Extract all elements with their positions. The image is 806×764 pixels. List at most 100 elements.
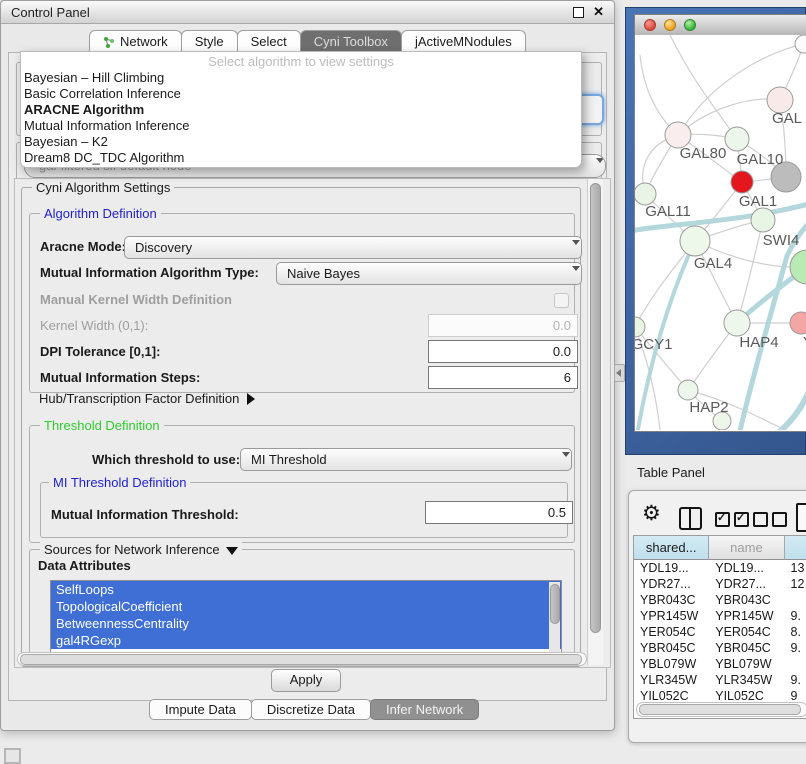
popup-item[interactable]: Basic Correlation Inference	[21, 86, 581, 102]
table-row[interactable]: YER054CYER054C8.	[634, 624, 806, 640]
tab-cyni-toolbox[interactable]: Cyni Toolbox	[300, 30, 402, 53]
tab-network[interactable]: Network	[89, 30, 182, 53]
node-gcy1[interactable]	[635, 317, 645, 337]
mi-threshold-label: Mutual Information Threshold:	[51, 507, 239, 522]
which-threshold-value: MI Threshold	[251, 452, 327, 467]
node-label: GAL4	[694, 255, 732, 272]
node-label: GAL11	[645, 203, 691, 220]
table-row[interactable]: YBL079WYBL079W	[634, 656, 806, 672]
cell: YBR045C	[709, 640, 784, 656]
popup-item[interactable]: Dream8 DC_TDC Algorithm	[21, 150, 581, 166]
close-traffic-light-icon[interactable]	[644, 19, 656, 31]
show-columns-icon[interactable]	[715, 512, 753, 530]
which-threshold-label: Which threshold to use:	[92, 452, 240, 467]
float-window-icon[interactable]	[573, 7, 584, 18]
cell: 9.	[785, 640, 806, 656]
control-panel-titlebar[interactable]: Control Panel ✕	[1, 1, 614, 24]
node-label: HAP4	[739, 334, 778, 351]
popup-item[interactable]: Bayesian – Hill Climbing	[21, 70, 581, 86]
table-panel-title: Table Panel	[637, 465, 705, 480]
cell: YDL19...	[709, 560, 784, 576]
node-gal11[interactable]	[635, 183, 656, 205]
scrollbar-thumb[interactable]	[20, 654, 582, 665]
mi-type-combo[interactable]: Naive Bayes	[276, 262, 582, 285]
algorithm-dropdown-popup: Select algorithm to view settings Bayesi…	[20, 51, 582, 168]
which-threshold-combo[interactable]: MI Threshold	[240, 448, 572, 471]
tab-style[interactable]: Style	[181, 30, 238, 53]
zoom-traffic-light-icon[interactable]	[684, 19, 696, 31]
tab-discretize-data[interactable]: Discretize Data	[251, 699, 371, 720]
control-panel-window: Control Panel ✕ Network Style Select Cyn…	[0, 0, 615, 731]
cell: YDR27...	[634, 576, 709, 592]
list-item[interactable]: TopologicalCoefficient	[51, 598, 561, 615]
node[interactable]	[795, 35, 806, 53]
combo-stepper-icon	[564, 268, 572, 285]
aracne-mode-value: Discovery	[135, 240, 192, 255]
checked-box-icon	[734, 512, 749, 527]
scrollbar-thumb[interactable]	[590, 183, 601, 633]
control-panel-tabbar: Network Style Select Cyni Toolbox jActiv…	[89, 30, 525, 53]
scrollbar-thumb[interactable]	[550, 584, 560, 624]
mi-threshold-field[interactable]: 0.5	[425, 501, 573, 524]
column-header-name[interactable]: name	[709, 536, 784, 560]
gear-icon[interactable]: ⚙	[642, 501, 661, 526]
table-row[interactable]: YDL19...YDL19...13	[634, 560, 806, 576]
mi-steps-field[interactable]: 6	[428, 366, 578, 389]
node-gal10[interactable]	[725, 127, 749, 151]
table-row[interactable]: YBR043CYBR043C	[634, 592, 806, 608]
table-row[interactable]: YBR045CYBR045C9.	[634, 640, 806, 656]
aracne-mode-combo[interactable]: Discovery	[124, 236, 582, 259]
bottom-tabbar: Impute Data Discretize Data Infer Networ…	[149, 699, 478, 720]
cell: 13	[785, 560, 806, 576]
node-swi4[interactable]	[751, 208, 775, 232]
settings-horizontal-scrollbar[interactable]	[17, 652, 587, 666]
node-salmon[interactable]	[790, 312, 806, 334]
mi-steps-label: Mutual Information Steps:	[40, 370, 200, 385]
scrollbar-thumb[interactable]	[639, 704, 801, 715]
column-header-partial[interactable]	[785, 536, 806, 560]
table-horizontal-scrollbar[interactable]	[636, 702, 806, 717]
node-hap2[interactable]	[678, 380, 698, 400]
apply-button[interactable]: Apply	[271, 669, 341, 692]
node-gal1-red[interactable]	[731, 171, 753, 193]
checked-box-icon	[715, 512, 730, 527]
tab-jactivemnodules[interactable]: jActiveMNodules	[401, 30, 526, 53]
manual-kernel-checkbox[interactable]	[554, 293, 569, 308]
table-row[interactable]: YLR345WYLR345W9.	[634, 672, 806, 688]
network-window-titlebar[interactable]	[635, 15, 806, 36]
popup-item[interactable]: Mutual Information Inference	[21, 118, 581, 134]
minimize-traffic-light-icon[interactable]	[664, 19, 676, 31]
hub-definition-expander[interactable]: Hub/Transcription Factor Definition	[39, 391, 255, 406]
popup-item-selected[interactable]: ARACNE Algorithm	[21, 102, 581, 118]
list-item[interactable]: BetweennessCentrality	[51, 615, 561, 632]
tab-select[interactable]: Select	[237, 30, 301, 53]
kernel-width-field[interactable]: 0.0	[428, 314, 578, 337]
window-title: Control Panel	[11, 5, 90, 20]
list-vertical-scrollbar[interactable]	[549, 582, 560, 652]
settings-vertical-scrollbar[interactable]	[587, 179, 603, 665]
list-item[interactable]: gal4RGexp	[51, 632, 561, 649]
tab-label: Cyni Toolbox	[314, 32, 388, 52]
tab-impute-data[interactable]: Impute Data	[149, 699, 252, 720]
node-hap4[interactable]	[724, 310, 750, 336]
panel-splitter-handle[interactable]	[614, 364, 625, 382]
group-title: Cyni Algorithm Settings	[32, 180, 174, 195]
tab-infer-network[interactable]: Infer Network	[370, 699, 479, 720]
table-row[interactable]: YDR27...YDR27...12	[634, 576, 806, 592]
column-layout-icon[interactable]	[679, 507, 702, 530]
hide-columns-icon[interactable]	[753, 512, 791, 530]
algorithm-definition-group: Algorithm Definition Aracne Mode: Discov…	[29, 213, 575, 393]
network-graph: GAL GAL80 GAL10 GAL1 GAL11 SWI4 GAL4 GCY…	[635, 35, 806, 430]
network-canvas[interactable]: GAL GAL80 GAL10 GAL1 GAL11 SWI4 GAL4 GCY…	[635, 35, 806, 431]
popup-item[interactable]: Bayesian – K2	[21, 134, 581, 150]
sources-expander[interactable]: Sources for Network Inference	[40, 542, 242, 557]
list-item[interactable]: SelfLoops	[51, 581, 561, 598]
column-header-shared-name[interactable]: shared...	[634, 536, 709, 560]
close-icon[interactable]: ✕	[593, 4, 604, 20]
table-row[interactable]: YPR145WYPR145W9.	[634, 608, 806, 624]
unchecked-box-icon	[772, 512, 787, 527]
export-table-icon[interactable]	[796, 503, 806, 532]
dpi-tolerance-field[interactable]: 0.0	[428, 340, 578, 363]
sources-title: Sources for Network Inference	[44, 542, 220, 557]
node-gal4[interactable]	[680, 226, 710, 256]
